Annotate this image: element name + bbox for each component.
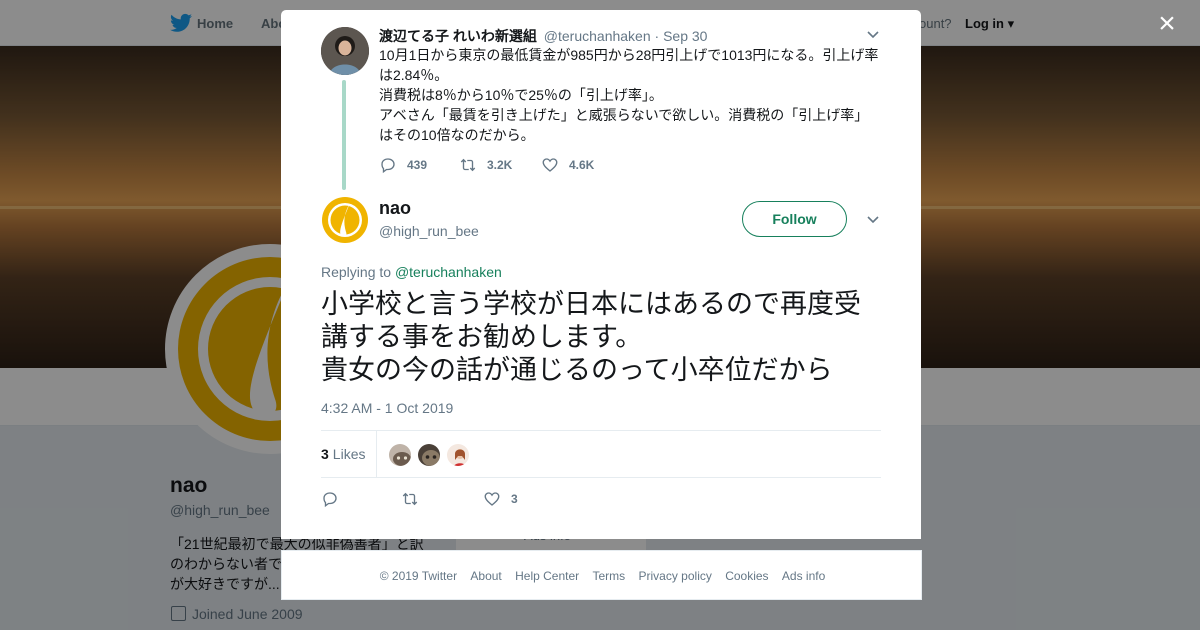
- honey-dipper-logo-icon: [322, 197, 368, 243]
- tweet-text-line: 10月1日から東京の最低賃金が985円から28円引上げで1013円になる。引上げ…: [379, 47, 879, 63]
- main-tweet-timestamp[interactable]: 4:32 AM - 1 Oct 2019: [321, 400, 453, 416]
- tweet-stats-row: 3 Likes: [321, 430, 881, 478]
- main-tweet-avatar[interactable]: [321, 196, 369, 244]
- tweet-text-line: 小学校と言う学校が日本にはあるので再度受: [321, 289, 861, 319]
- tweet-text-line: は2.84％。: [379, 67, 449, 83]
- tweet-text-line: 消費税は8％から10％で25％の「引上げ率」。: [379, 87, 663, 103]
- reply-icon: [323, 492, 337, 508]
- cat-photo-icon: [418, 444, 440, 466]
- parent-tweet-author-name[interactable]: 渡辺てる子 れいわ新選組: [379, 28, 537, 44]
- likes-stat-count: 3: [321, 446, 329, 462]
- reply-icon: [381, 158, 395, 174]
- footer-links: © 2019 Twitter About Help Center Terms P…: [282, 569, 923, 583]
- like-count: 4.6K: [569, 158, 595, 172]
- reply-button[interactable]: 439: [379, 156, 427, 174]
- person-photo-icon: [447, 444, 469, 466]
- replying-to-prefix: Replying to: [321, 264, 392, 280]
- modal-footer: © 2019 Twitter About Help Center Terms P…: [281, 550, 922, 600]
- retweet-count: 3.2K: [487, 158, 513, 172]
- tweet-text-line: 講する事をお勧めします。: [321, 322, 643, 352]
- footer-link-privacy[interactable]: Privacy policy: [639, 569, 712, 583]
- parent-tweet-avatar[interactable]: [321, 27, 369, 75]
- footer-link-help-center[interactable]: Help Center: [515, 569, 579, 583]
- cat-photo-icon: [389, 444, 411, 466]
- follow-button[interactable]: Follow: [742, 201, 847, 237]
- thread-connector-line: [342, 80, 346, 190]
- like-action-count: 3: [511, 492, 518, 506]
- stats-divider: [376, 431, 377, 477]
- replying-to-line: Replying to @teruchanhaken: [321, 264, 502, 280]
- tweet-text-line: アベさん「最賃を引き上げた」と威張らないで欲しい。消費税の「引上げ率」: [379, 107, 869, 123]
- liker-avatar[interactable]: [387, 442, 413, 468]
- retweet-icon: [460, 158, 476, 172]
- like-button[interactable]: 3: [483, 490, 518, 508]
- liker-avatar[interactable]: [445, 442, 471, 468]
- close-modal-icon[interactable]: ×: [1154, 9, 1180, 39]
- person-photo-icon: [321, 27, 369, 75]
- heart-icon: [542, 158, 558, 172]
- tweet-text-line: はその10倍なのだから。: [379, 127, 535, 143]
- footer-link-ads-info[interactable]: Ads info: [782, 569, 825, 583]
- chevron-down-icon[interactable]: [867, 31, 879, 39]
- replying-to-handle-link[interactable]: @teruchanhaken: [395, 264, 502, 280]
- footer-link-cookies[interactable]: Cookies: [725, 569, 768, 583]
- like-button[interactable]: 4.6K: [541, 156, 594, 174]
- retweet-button[interactable]: 3.2K: [459, 156, 512, 174]
- likes-stat[interactable]: 3 Likes: [321, 446, 365, 462]
- reply-button[interactable]: [321, 490, 349, 508]
- tweet-modal: 渡辺てる子 れいわ新選組 @teruchanhaken · Sep 30 10月…: [281, 10, 921, 539]
- footer-copyright: © 2019 Twitter: [379, 569, 458, 583]
- parent-tweet-text: 10月1日から東京の最低賃金が985円から28円引上げで1013円になる。引上げ…: [379, 45, 884, 145]
- parent-tweet-date[interactable]: · Sep 30: [655, 28, 708, 44]
- retweet-icon: [402, 492, 418, 506]
- parent-tweet-header: 渡辺てる子 れいわ新選組 @teruchanhaken · Sep 30: [379, 26, 707, 46]
- tweet-text-line: 貴女の今の話が通じるのって小卒位だから: [321, 355, 833, 385]
- footer-link-about[interactable]: About: [470, 569, 501, 583]
- likes-stat-label: Likes: [332, 446, 366, 462]
- chevron-down-icon[interactable]: [867, 216, 879, 224]
- reply-count: 439: [407, 158, 428, 172]
- heart-icon: [484, 492, 500, 506]
- footer-link-terms[interactable]: Terms: [592, 569, 625, 583]
- retweet-button[interactable]: [401, 490, 429, 508]
- main-tweet-text: 小学校と言う学校が日本にはあるので再度受 講する事をお勧めします。 貴女の今の話…: [321, 288, 886, 387]
- main-tweet-author-handle[interactable]: @high_run_bee: [379, 223, 479, 239]
- liker-avatar[interactable]: [416, 442, 442, 468]
- main-tweet-author-name[interactable]: nao: [379, 198, 411, 219]
- parent-tweet-author-handle[interactable]: @teruchanhaken: [544, 28, 651, 44]
